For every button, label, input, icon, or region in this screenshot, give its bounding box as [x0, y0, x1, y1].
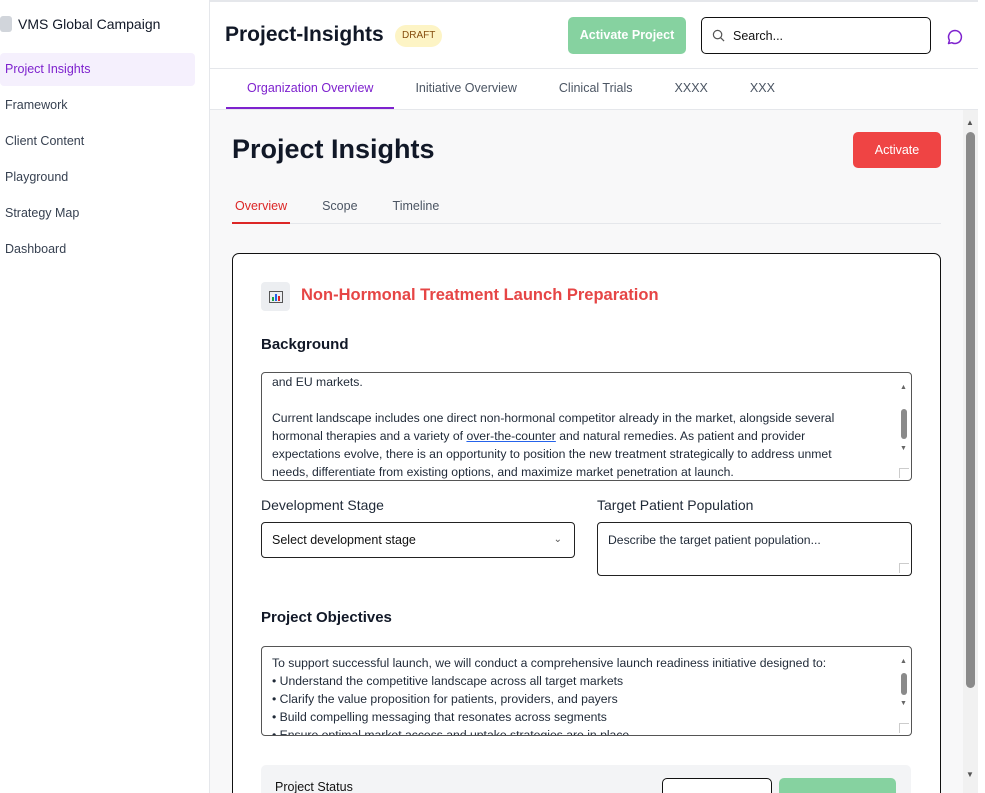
- sidebar-item-dashboard[interactable]: Dashboard: [0, 233, 195, 266]
- sidebar-item-client-content[interactable]: Client Content: [0, 125, 195, 158]
- background-text-line: hormonal therapies and a variety of over…: [272, 429, 806, 443]
- resize-handle-icon[interactable]: [899, 723, 909, 733]
- scroll-up-icon[interactable]: ▲: [966, 118, 974, 127]
- target-population-label: Target Patient Population: [597, 497, 754, 513]
- search-input[interactable]: [733, 28, 903, 43]
- top-bar: Project-Insights DRAFT Activate Project: [210, 0, 978, 69]
- textarea-scrollbar[interactable]: ▲ ▼: [899, 377, 909, 468]
- bar-chart-icon: [261, 282, 290, 311]
- chat-icon[interactable]: [946, 28, 964, 46]
- content-heading: Project Insights: [232, 134, 435, 164]
- brand-name: VMS Global Campaign: [18, 16, 161, 32]
- sidebar-item-strategy-map[interactable]: Strategy Map: [0, 197, 195, 230]
- status-primary-button[interactable]: [779, 778, 896, 793]
- development-stage-select[interactable]: Select development stage ⌄: [261, 522, 575, 558]
- objectives-text-line: • Clarify the value proposition for pati…: [272, 692, 618, 706]
- tab-xxx[interactable]: XXX: [729, 69, 796, 109]
- card-title: Non-Hormonal Treatment Launch Preparatio…: [301, 286, 659, 304]
- tab-scope[interactable]: Scope: [319, 188, 360, 224]
- target-population-textarea[interactable]: Describe the target patient population..…: [597, 522, 912, 576]
- background-text-line: Current landscape includes one direct no…: [272, 411, 835, 425]
- background-label: Background: [261, 336, 349, 353]
- sidebar-item-framework[interactable]: Framework: [0, 89, 195, 122]
- sidebar: VMS Global Campaign Project Insights Fra…: [0, 0, 210, 793]
- scroll-down-icon[interactable]: ▼: [966, 770, 974, 779]
- resize-handle-icon[interactable]: [899, 468, 909, 478]
- project-card: Non-Hormonal Treatment Launch Preparatio…: [232, 253, 941, 793]
- objectives-text-line: To support successful launch, we will co…: [272, 656, 827, 670]
- project-objectives-textarea[interactable]: To support successful launch, we will co…: [261, 646, 912, 736]
- search-box[interactable]: [701, 17, 931, 54]
- brand-logo-icon: [0, 16, 12, 32]
- sidebar-nav: Project Insights Framework Client Conten…: [0, 53, 195, 269]
- app-window: VMS Global Campaign Project Insights Fra…: [0, 0, 985, 793]
- tab-organization-overview[interactable]: Organization Overview: [226, 69, 395, 109]
- page-title: Project-Insights: [225, 23, 384, 46]
- sub-tabs: Overview Scope Timeline: [232, 188, 941, 224]
- activate-project-button[interactable]: Activate Project: [568, 17, 686, 54]
- background-text-line: and EU markets.: [272, 375, 363, 389]
- development-stage-value: Select development stage: [272, 533, 416, 547]
- tab-xxxx[interactable]: XXXX: [654, 69, 729, 109]
- tab-overview[interactable]: Overview: [232, 188, 291, 224]
- scrollbar-thumb[interactable]: [966, 132, 975, 688]
- project-objectives-label: Project Objectives: [261, 609, 392, 626]
- status-secondary-button[interactable]: [662, 778, 772, 793]
- objectives-text-line: • Understand the competitive landscape a…: [272, 674, 624, 688]
- textarea-scrollbar[interactable]: ▲ ▼: [899, 651, 909, 723]
- sidebar-item-project-insights[interactable]: Project Insights: [0, 53, 195, 86]
- brand[interactable]: VMS Global Campaign: [0, 16, 160, 32]
- development-stage-label: Development Stage: [261, 497, 384, 513]
- background-text-line: expectations evolve, there is an opportu…: [272, 447, 832, 461]
- main-content: Project Insights Activate Overview Scope…: [210, 110, 963, 793]
- search-icon: [712, 29, 725, 42]
- target-population-placeholder: Describe the target patient population..…: [608, 533, 821, 547]
- main-tabs: Organization Overview Initiative Overvie…: [210, 69, 978, 110]
- resize-handle-icon[interactable]: [899, 563, 909, 573]
- project-status-label: Project Status: [275, 780, 353, 793]
- background-textarea[interactable]: and EU markets. Current landscape includ…: [261, 372, 912, 481]
- spellcheck-word: over-the-counter: [466, 429, 556, 443]
- tab-timeline[interactable]: Timeline: [390, 188, 443, 224]
- background-text-line: needs, differentiate from existing optio…: [272, 465, 734, 479]
- status-badge: DRAFT: [395, 25, 443, 47]
- objectives-text-line: • Ensure optimal market access and uptak…: [272, 728, 630, 736]
- page-scrollbar[interactable]: ▲ ▼: [963, 110, 978, 793]
- sidebar-item-playground[interactable]: Playground: [0, 161, 195, 194]
- tab-initiative-overview[interactable]: Initiative Overview: [394, 69, 537, 109]
- activate-button[interactable]: Activate: [853, 132, 941, 168]
- objectives-text-line: • Build compelling messaging that resona…: [272, 710, 607, 724]
- project-status-section: Project Status: [261, 765, 911, 793]
- chevron-down-icon: ⌄: [553, 534, 562, 545]
- tab-clinical-trials[interactable]: Clinical Trials: [538, 69, 654, 109]
